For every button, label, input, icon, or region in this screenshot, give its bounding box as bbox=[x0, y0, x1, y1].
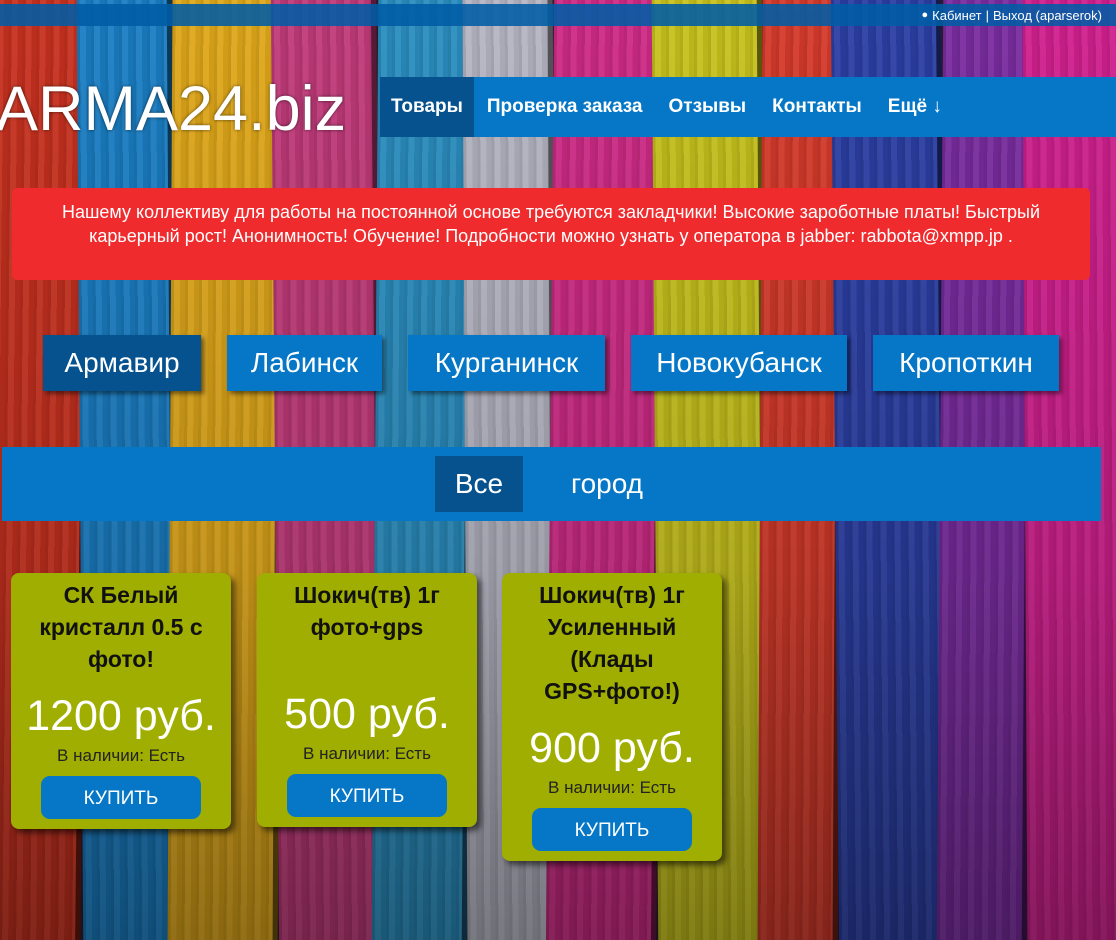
product-title: Шокич(тв) 1г Усиленный (Клады GPS+фото!) bbox=[539, 582, 685, 704]
category-filter-bar: Все город bbox=[2, 447, 1101, 521]
product-card: Шокич(тв) 1г Усиленный (Клады GPS+фото!)… bbox=[502, 573, 722, 861]
product-card: Шокич(тв) 1г фото+gps 500 руб. В наличии… bbox=[257, 573, 477, 827]
product-stock: В наличии: Есть bbox=[303, 744, 431, 763]
product-stock: В наличии: Есть bbox=[57, 746, 185, 765]
nav-item-order-check[interactable]: Проверка заказа bbox=[474, 77, 656, 137]
cabinet-link[interactable]: Кабинет bbox=[932, 8, 981, 23]
product-card: СК Белый кристалл 0.5 с фото! 1200 руб. … bbox=[11, 573, 231, 829]
product-stock: В наличии: Есть bbox=[548, 778, 676, 797]
product-title: Шокич(тв) 1г фото+gps bbox=[294, 582, 440, 640]
nav-item-products[interactable]: Товары bbox=[380, 77, 474, 137]
product-price: 900 руб. bbox=[529, 724, 695, 772]
city-selector: Армавир Лабинск Курганинск Новокубанск К… bbox=[0, 335, 1116, 391]
city-button-labinsk[interactable]: Лабинск bbox=[227, 335, 382, 391]
city-button-kurganinsk[interactable]: Курганинск bbox=[408, 335, 605, 391]
recruitment-alert: Нашему коллективу для работы на постоянн… bbox=[12, 188, 1090, 280]
city-button-novokubansk[interactable]: Новокубанск bbox=[631, 335, 847, 391]
city-button-armavir[interactable]: Армавир bbox=[43, 335, 201, 391]
user-icon: ● bbox=[921, 9, 929, 21]
product-price: 1200 руб. bbox=[26, 692, 216, 740]
buy-button[interactable]: КУПИТЬ bbox=[287, 774, 447, 817]
product-title: СК Белый кристалл 0.5 с фото! bbox=[39, 582, 203, 672]
product-price: 500 руб. bbox=[284, 690, 450, 738]
topbar-separator: | bbox=[985, 7, 990, 23]
nav-item-contacts[interactable]: Контакты bbox=[759, 77, 875, 137]
buy-button[interactable]: КУПИТЬ bbox=[532, 808, 692, 851]
site-logo[interactable]: ARMA24.biz bbox=[0, 74, 346, 144]
logout-link[interactable]: Выход (aparserok) bbox=[993, 8, 1102, 23]
nav-item-more[interactable]: Ещё ↓ bbox=[875, 77, 955, 137]
nav-item-reviews[interactable]: Отзывы bbox=[656, 77, 760, 137]
buy-button[interactable]: КУПИТЬ bbox=[41, 776, 201, 819]
main-navigation: Товары Проверка заказа Отзывы Контакты Е… bbox=[380, 77, 1116, 137]
city-button-kropotkin[interactable]: Кропоткин bbox=[873, 335, 1059, 391]
top-user-bar: ● Кабинет | Выход (aparserok) bbox=[0, 4, 1116, 26]
filter-all[interactable]: Все bbox=[435, 456, 523, 512]
filter-city[interactable]: город bbox=[550, 456, 664, 512]
